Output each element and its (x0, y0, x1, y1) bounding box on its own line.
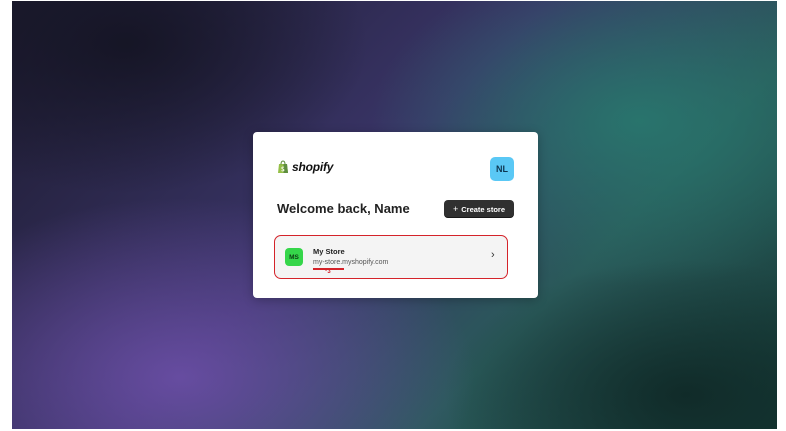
store-selector-card: shopify NL Welcome back, Name + Create s… (253, 132, 538, 298)
store-avatar: MS (285, 248, 303, 266)
store-domain: my-store.myshopify.com (313, 259, 389, 266)
brand-name: shopify (292, 160, 334, 174)
shopify-bag-icon (277, 160, 289, 174)
annotation-label: *3 (325, 269, 331, 275)
plus-icon: + (452, 203, 459, 214)
shopify-logo: shopify (277, 160, 333, 174)
create-store-button[interactable]: + Create store (444, 200, 514, 218)
welcome-heading: Welcome back, Name (277, 201, 410, 216)
background: shopify NL Welcome back, Name + Create s… (12, 1, 777, 429)
store-list-item[interactable]: MS My Store my-store.myshopify.com *3 › (274, 235, 508, 279)
chevron-right-icon: › (491, 249, 495, 261)
store-name: My Store (313, 247, 345, 256)
create-store-label: Create store (461, 204, 506, 214)
user-avatar[interactable]: NL (490, 157, 514, 181)
